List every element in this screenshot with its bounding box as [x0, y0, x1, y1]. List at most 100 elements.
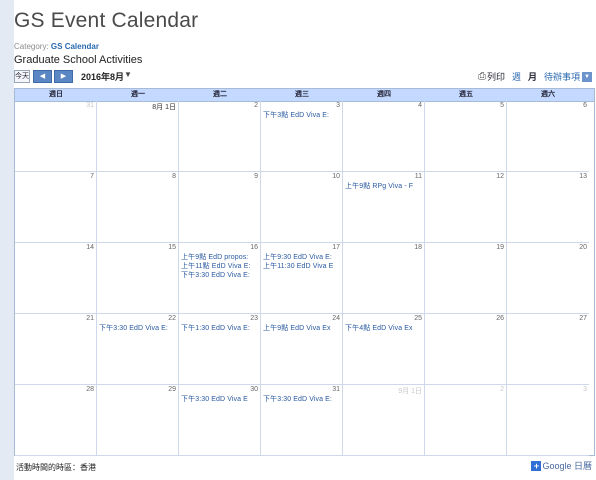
next-month-button[interactable]: ▶: [54, 70, 73, 83]
calendar-event[interactable]: 下午3:30 EdD Viva E:: [97, 324, 178, 333]
day-cell[interactable]: 13: [507, 172, 589, 243]
day-cell[interactable]: 7: [15, 172, 97, 243]
day-number: 22: [168, 315, 176, 322]
prev-month-button[interactable]: ◀: [33, 70, 52, 83]
day-number: 14: [86, 244, 94, 251]
category-link[interactable]: GS Calendar: [51, 42, 99, 51]
day-cell[interactable]: 16 上午9點 EdD propos: 上午11點 EdD Viva E: 下午3:3…: [179, 243, 261, 314]
day-number: 25: [414, 315, 422, 322]
weekday-header: 週三: [295, 91, 309, 98]
day-cell[interactable]: 22 下午3:30 EdD Viva E:: [97, 314, 179, 385]
day-cell[interactable]: 3 下午3點 EdD Viva E:: [261, 101, 343, 172]
calendar-event[interactable]: 下午4點 EdD Viva Ex: [343, 324, 424, 333]
day-cell[interactable]: 8: [97, 172, 179, 243]
day-cell[interactable]: 21: [15, 314, 97, 385]
day-cell[interactable]: 31: [15, 101, 97, 172]
day-events: 上午9點 EdD Viva Ex: [261, 324, 342, 333]
day-cell[interactable]: 5: [425, 101, 507, 172]
day-cell[interactable]: 17 上午9:30 EdD Viva E: 上午11:30 EdD Viva E: [261, 243, 343, 314]
day-number: 16: [250, 244, 258, 251]
day-cell[interactable]: 14: [15, 243, 97, 314]
day-number: 11: [414, 173, 422, 180]
day-number: 31: [86, 102, 94, 109]
calendar-event[interactable]: 上午9:30 EdD Viva E:: [261, 253, 342, 262]
day-cell[interactable]: 3: [507, 385, 589, 456]
day-number: 31: [332, 386, 340, 393]
day-number: 5: [500, 102, 504, 109]
google-calendar-button[interactable]: + Google 日曆: [531, 459, 592, 472]
calendar-event[interactable]: 上午11點 EdD Viva E:: [179, 262, 260, 271]
tab-week[interactable]: 週: [512, 70, 521, 83]
print-link[interactable]: 列印: [487, 70, 505, 83]
calendar-event[interactable]: 下午3點 EdD Viva E:: [261, 111, 342, 120]
calendar-event[interactable]: 上午9點 EdD propos:: [179, 253, 260, 262]
calendar-event[interactable]: 上午9點 RPg Viva - F: [343, 182, 424, 191]
day-number: 7: [90, 173, 94, 180]
day-events: 下午4點 EdD Viva Ex: [343, 324, 424, 333]
day-cell[interactable]: 4: [343, 101, 425, 172]
day-cell[interactable]: 2: [179, 101, 261, 172]
calendar-name: Graduate School Activities: [14, 54, 143, 66]
tab-agenda[interactable]: 待辦事項: [544, 70, 580, 83]
calendar-event[interactable]: 下午3:30 EdD Viva E: [179, 395, 260, 404]
day-number: 9: [254, 173, 258, 180]
day-cell[interactable]: 26: [425, 314, 507, 385]
day-events: 下午3點 EdD Viva E:: [261, 111, 342, 120]
day-number: 27: [579, 315, 587, 322]
day-number: 20: [579, 244, 587, 251]
day-number: 23: [250, 315, 258, 322]
day-cell[interactable]: 9月 1日: [343, 385, 425, 456]
calendar-event[interactable]: 上午9點 EdD Viva Ex: [261, 324, 342, 333]
view-tools: ⎙列印週月待辦事項 ▼: [478, 70, 592, 83]
day-number: 6: [583, 102, 587, 109]
calendar-toolbar: 今天 ◀ ▶ 2016年8月 ▼ ⎙列印週月待辦事項 ▼: [14, 69, 592, 85]
day-cell[interactable]: 24 上午9點 EdD Viva Ex: [261, 314, 343, 385]
day-number: 15: [168, 244, 176, 251]
day-cell[interactable]: 6: [507, 101, 589, 172]
calendar-event[interactable]: 下午1:30 EdD Viva E:: [179, 324, 260, 333]
day-cell[interactable]: 12: [425, 172, 507, 243]
day-cell[interactable]: 18: [343, 243, 425, 314]
day-cell[interactable]: 2: [425, 385, 507, 456]
current-month-label[interactable]: 2016年8月: [81, 70, 124, 83]
tab-month[interactable]: 月: [528, 70, 537, 83]
day-events: 下午3:30 EdD Viva E:: [261, 395, 342, 404]
day-number: 18: [414, 244, 422, 251]
day-events: 下午1:30 EdD Viva E:: [179, 324, 260, 333]
calendar-event[interactable]: 上午11:30 EdD Viva E: [261, 262, 342, 271]
day-cell[interactable]: 9: [179, 172, 261, 243]
day-cell[interactable]: 29: [97, 385, 179, 456]
day-number: 26: [496, 315, 504, 322]
weekday-header: 週六: [541, 91, 555, 98]
day-cell[interactable]: 27: [507, 314, 589, 385]
google-calendar-label: Google 日曆: [542, 461, 592, 471]
day-number: 4: [418, 102, 422, 109]
day-events: 上午9點 EdD propos: 上午11點 EdD Viva E: 下午3:30 …: [179, 253, 260, 280]
day-cell[interactable]: 30 下午3:30 EdD Viva E: [179, 385, 261, 456]
agenda-dropdown-icon[interactable]: ▼: [582, 71, 592, 82]
day-cell[interactable]: 28: [15, 385, 97, 456]
day-cell[interactable]: 31 下午3:30 EdD Viva E:: [261, 385, 343, 456]
calendar-event[interactable]: 下午3:30 EdD Viva E:: [179, 271, 260, 280]
today-button[interactable]: 今天: [14, 70, 30, 83]
day-cell[interactable]: 10: [261, 172, 343, 243]
day-number: 13: [579, 173, 587, 180]
day-cell[interactable]: 23 下午1:30 EdD Viva E:: [179, 314, 261, 385]
day-events: 下午3:30 EdD Viva E: [179, 395, 260, 404]
day-number: 3: [336, 102, 340, 109]
calendar-page: GS Event Calendar Category: GS Calendar …: [14, 0, 596, 480]
month-dropdown-icon[interactable]: ▼: [124, 70, 132, 79]
day-cell[interactable]: 15: [97, 243, 179, 314]
day-cell[interactable]: 11 上午9點 RPg Viva - F: [343, 172, 425, 243]
day-cell[interactable]: 25 下午4點 EdD Viva Ex: [343, 314, 425, 385]
day-cell[interactable]: 19: [425, 243, 507, 314]
day-cell[interactable]: 20: [507, 243, 589, 314]
day-cell[interactable]: 8月 1日: [97, 101, 179, 172]
day-number: 29: [168, 386, 176, 393]
plus-icon: +: [531, 460, 542, 471]
calendar-event[interactable]: 下午3:30 EdD Viva E:: [261, 395, 342, 404]
page-title: GS Event Calendar: [14, 9, 199, 32]
day-number: 10: [332, 173, 340, 180]
printer-icon[interactable]: ⎙: [478, 71, 486, 82]
day-events: 上午9點 RPg Viva - F: [343, 182, 424, 191]
